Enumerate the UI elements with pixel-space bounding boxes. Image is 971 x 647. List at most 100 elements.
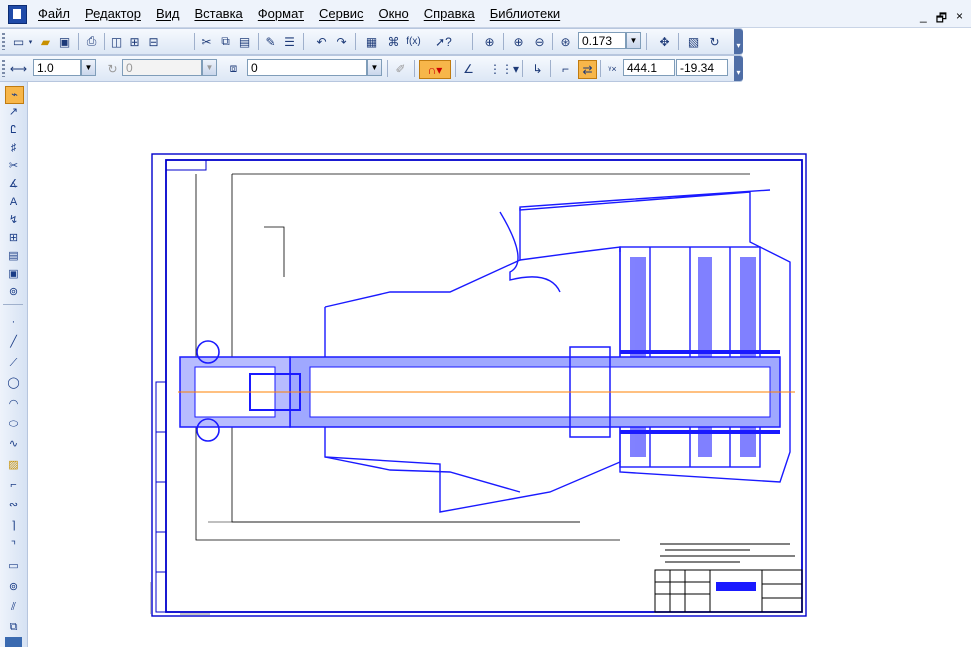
spec-icon[interactable]: ▤	[5, 248, 22, 264]
line-scale-input[interactable]: 1.0	[33, 59, 81, 76]
document-new-icon[interactable]: ▭	[10, 33, 27, 50]
geometry-icon[interactable]: ⌁	[5, 86, 24, 104]
show-all-icon[interactable]: ▧	[685, 33, 702, 50]
symbols-icon[interactable]: ♯	[5, 140, 22, 156]
list-icon[interactable]: ☰	[281, 33, 298, 50]
engineering-drawing[interactable]	[150, 152, 810, 622]
associative-views-icon[interactable]: ⊞	[5, 230, 22, 246]
brush-icon[interactable]: ✎	[262, 33, 279, 50]
main-menu: Файл Редактор Вид Вставка Формат Сервис …	[38, 6, 575, 21]
menu-file[interactable]: Файл	[38, 6, 70, 21]
tree-icon[interactable]: ⌘	[385, 33, 402, 50]
manager-icon[interactable]: ⊟	[145, 33, 162, 50]
parametrization-icon[interactable]: ∡	[5, 176, 22, 192]
toolbar-grip[interactable]	[2, 33, 5, 50]
zoom-in-icon[interactable]: ⊕	[510, 33, 527, 50]
layer-dropdown[interactable]: ▼	[367, 59, 382, 76]
preview-icon[interactable]: ◫	[108, 33, 125, 50]
polyline-icon[interactable]: ⌐	[5, 477, 22, 493]
contour-icon[interactable]: ⧉	[5, 619, 22, 635]
separator	[455, 60, 456, 77]
round-icon[interactable]: ⌐	[557, 60, 574, 77]
minimize-button[interactable]: _	[920, 9, 927, 30]
refresh-icon[interactable]: ↻	[706, 33, 723, 50]
circle-icon[interactable]: ◯	[5, 375, 22, 391]
size-icon[interactable]: ↗	[5, 104, 22, 120]
menu-libraries[interactable]: Библиотеки	[490, 6, 560, 21]
dimensions-icon[interactable]: Ꮭ	[5, 122, 22, 138]
fragments-icon[interactable]: ⊚	[5, 284, 22, 300]
equidistant-icon[interactable]: ⊚	[5, 579, 22, 595]
step-icon: ↻	[107, 61, 118, 76]
zoom-dropdown[interactable]: ▼	[626, 32, 641, 49]
menu-format[interactable]: Формат	[258, 6, 304, 21]
arc-icon[interactable]: ◠	[5, 396, 22, 412]
toolbar-options[interactable]: ▾	[734, 29, 743, 54]
toolbar-options[interactable]: ▾	[734, 56, 743, 81]
fillet-icon[interactable]: ⌝	[5, 538, 22, 554]
standard-toolbar: ▭ ▾ ▰ ▣ ⎙ ◫ ⊞ ⊟ ✂ ⧉ ▤ ✎ ☰ ↶ ↷ ▦ ⌘ f(x) ➚…	[0, 28, 743, 55]
redo-icon[interactable]: ↷	[333, 33, 350, 50]
auxiliary-line-icon[interactable]: ╱	[5, 334, 22, 350]
folder-open-icon[interactable]: ▰	[37, 33, 54, 50]
measure-icon[interactable]: A	[5, 194, 22, 210]
properties-icon[interactable]: ⊞	[126, 33, 143, 50]
grid-icon[interactable]: ⋮⋮▾	[489, 60, 519, 77]
separator	[355, 33, 356, 50]
variables-icon[interactable]: ▦	[363, 33, 380, 50]
bezier-icon[interactable]: ∾	[5, 497, 22, 513]
menu-service[interactable]: Сервис	[319, 6, 364, 21]
y-coordinate-field[interactable]: -19.34	[676, 59, 728, 76]
x-coordinate-field[interactable]: 444.1	[623, 59, 675, 76]
more-tools-icon[interactable]	[5, 637, 22, 647]
step-dropdown[interactable]: ▼	[202, 59, 217, 76]
point-icon[interactable]: ·	[5, 314, 22, 330]
hatch-lines-icon[interactable]: ⫽	[5, 599, 22, 615]
zoom-window-icon[interactable]: ⊕	[481, 33, 498, 50]
snap-magnet-icon[interactable]: ∩▾	[419, 60, 451, 79]
menu-window[interactable]: Окно	[379, 6, 409, 21]
cut-icon[interactable]: ✂	[198, 33, 215, 50]
paste-icon[interactable]: ▤	[236, 33, 253, 50]
copy-icon[interactable]: ⧉	[217, 33, 234, 50]
undo-icon[interactable]: ↶	[313, 33, 330, 50]
document-icon[interactable]	[8, 5, 27, 24]
local-cs-icon[interactable]: ∠	[460, 60, 477, 77]
menu-help[interactable]: Справка	[424, 6, 475, 21]
separator	[472, 33, 473, 50]
ortho-icon[interactable]: ↳	[529, 60, 546, 77]
function-icon[interactable]: f(x)	[405, 33, 422, 50]
chevron-down-icon[interactable]: ▾	[26, 33, 35, 50]
menu-insert[interactable]: Вставка	[194, 6, 242, 21]
spline-icon[interactable]: ∿	[5, 436, 22, 452]
separator	[387, 60, 388, 77]
print-icon[interactable]: ⎙	[83, 33, 100, 50]
rectangle-icon[interactable]: ▭	[5, 558, 22, 574]
help-pointer-icon[interactable]: ➚?	[435, 33, 452, 50]
restore-button[interactable]: 🗗	[936, 9, 947, 30]
chamfer-icon[interactable]: ⌉	[5, 518, 22, 534]
separator	[550, 60, 551, 77]
segment-icon[interactable]: ⟋	[5, 355, 22, 371]
step-input[interactable]: 0	[122, 59, 202, 76]
zoom-scale-icon[interactable]: ⊛	[557, 33, 574, 50]
toolbar-grip[interactable]	[2, 60, 5, 77]
close-button[interactable]: ×	[956, 9, 963, 30]
zoom-input[interactable]: 0.173	[578, 32, 626, 49]
properties-disabled-icon[interactable]: ✐	[392, 60, 409, 77]
zoom-out-icon[interactable]: ⊖	[531, 33, 548, 50]
pan-icon[interactable]: ✥	[656, 33, 673, 50]
current-state-toolbar: ⟷ 1.0 ▼ ↻ 0 ▼ ⧈ 0 ▼ ✐ ∩▾ ∠ ⋮⋮▾ ↳ ⌐ ⇄ ᵞ× …	[0, 55, 743, 82]
save-icon[interactable]: ▣	[56, 33, 73, 50]
separator	[552, 33, 553, 50]
select-icon[interactable]: ↯	[5, 212, 22, 228]
edit-icon[interactable]: ✂	[5, 158, 22, 174]
line-scale-dropdown[interactable]: ▼	[81, 59, 96, 76]
reports-icon[interactable]: ▣	[5, 266, 22, 282]
menu-view[interactable]: Вид	[156, 6, 180, 21]
ellipse-icon[interactable]: ⬭	[5, 416, 22, 432]
hatch-icon[interactable]: ▨	[5, 457, 22, 473]
layer-input[interactable]: 0	[247, 59, 367, 76]
parametric-icon[interactable]: ⇄	[578, 60, 597, 79]
menu-editor[interactable]: Редактор	[85, 6, 141, 21]
